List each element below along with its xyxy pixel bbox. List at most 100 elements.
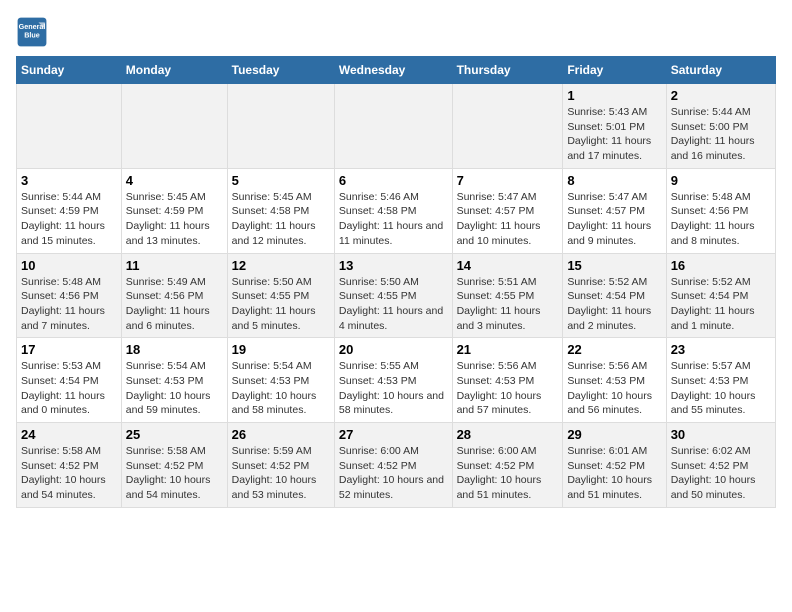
calendar-cell: 1Sunrise: 5:43 AM Sunset: 5:01 PM Daylig… [563, 84, 666, 169]
day-info: Sunrise: 5:54 AM Sunset: 4:53 PM Dayligh… [126, 359, 223, 418]
calendar-cell: 21 Sunrise: 5:56 AM Sunset: 4:53 PM Dayli… [452, 338, 563, 423]
calendar-cell: 16 Sunrise: 5:52 AM Sunset: 4:54 PM Dayli… [666, 253, 775, 338]
calendar-cell [227, 84, 334, 169]
day-info: Sunrise: 6:01 AM Sunset: 4:52 PM Dayligh… [567, 444, 661, 503]
day-info: Sunrise: 5:48 AM Sunset: 4:56 PM Dayligh… [671, 190, 771, 249]
calendar-week-row: 1Sunrise: 5:43 AM Sunset: 5:01 PM Daylig… [17, 84, 776, 169]
calendar-cell: 4 Sunrise: 5:45 AM Sunset: 4:59 PM Daylig… [121, 168, 227, 253]
day-number: 2 [671, 88, 771, 103]
calendar-cell: 12 Sunrise: 5:50 AM Sunset: 4:55 PM Dayli… [227, 253, 334, 338]
logo: General Blue [16, 16, 48, 48]
day-number: 29 [567, 427, 661, 442]
day-info: Sunrise: 5:58 AM Sunset: 4:52 PM Dayligh… [126, 444, 223, 503]
day-number: 24 [21, 427, 117, 442]
calendar-week-row: 3 Sunrise: 5:44 AM Sunset: 4:59 PM Daylig… [17, 168, 776, 253]
calendar-cell: 28 Sunrise: 6:00 AM Sunset: 4:52 PM Dayli… [452, 423, 563, 508]
calendar-cell: 10 Sunrise: 5:48 AM Sunset: 4:56 PM Dayli… [17, 253, 122, 338]
calendar-cell: 18 Sunrise: 5:54 AM Sunset: 4:53 PM Dayli… [121, 338, 227, 423]
day-info: Sunrise: 5:52 AM Sunset: 4:54 PM Dayligh… [671, 275, 771, 334]
day-number: 6 [339, 173, 448, 188]
col-header-monday: Monday [121, 57, 227, 84]
day-number: 10 [21, 258, 117, 273]
calendar-cell: 24Sunrise: 5:58 AM Sunset: 4:52 PM Dayli… [17, 423, 122, 508]
col-header-friday: Friday [563, 57, 666, 84]
col-header-saturday: Saturday [666, 57, 775, 84]
day-number: 18 [126, 342, 223, 357]
day-info: Sunrise: 5:47 AM Sunset: 4:57 PM Dayligh… [457, 190, 559, 249]
day-number: 21 [457, 342, 559, 357]
day-info: Sunrise: 5:59 AM Sunset: 4:52 PM Dayligh… [232, 444, 330, 503]
day-info: Sunrise: 5:53 AM Sunset: 4:54 PM Dayligh… [21, 359, 117, 418]
calendar-week-row: 17Sunrise: 5:53 AM Sunset: 4:54 PM Dayli… [17, 338, 776, 423]
calendar-table: SundayMondayTuesdayWednesdayThursdayFrid… [16, 56, 776, 508]
day-info: Sunrise: 5:45 AM Sunset: 4:59 PM Dayligh… [126, 190, 223, 249]
day-info: Sunrise: 5:54 AM Sunset: 4:53 PM Dayligh… [232, 359, 330, 418]
calendar-cell: 22 Sunrise: 5:56 AM Sunset: 4:53 PM Dayli… [563, 338, 666, 423]
calendar-cell: 25 Sunrise: 5:58 AM Sunset: 4:52 PM Dayli… [121, 423, 227, 508]
calendar-cell: 26 Sunrise: 5:59 AM Sunset: 4:52 PM Dayli… [227, 423, 334, 508]
day-info: Sunrise: 5:56 AM Sunset: 4:53 PM Dayligh… [567, 359, 661, 418]
day-number: 9 [671, 173, 771, 188]
day-number: 19 [232, 342, 330, 357]
calendar-cell: 29 Sunrise: 6:01 AM Sunset: 4:52 PM Dayli… [563, 423, 666, 508]
calendar-cell [334, 84, 452, 169]
day-info: Sunrise: 5:52 AM Sunset: 4:54 PM Dayligh… [567, 275, 661, 334]
logo-icon: General Blue [16, 16, 48, 48]
day-number: 3 [21, 173, 117, 188]
day-info: Sunrise: 5:46 AM Sunset: 4:58 PM Dayligh… [339, 190, 448, 249]
day-info: Sunrise: 5:47 AM Sunset: 4:57 PM Dayligh… [567, 190, 661, 249]
calendar-week-row: 24 Sunrise: 5:58 AM Sunset: 4:52 PM Dayli… [17, 423, 776, 508]
day-number: 13 [339, 258, 448, 273]
day-number: 7 [457, 173, 559, 188]
day-info: Sunrise: 5:49 AM Sunset: 4:56 PM Dayligh… [126, 275, 223, 334]
day-number: 11 [126, 258, 223, 273]
calendar-cell [121, 84, 227, 169]
calendar-cell: 8 Sunrise: 5:47 AM Sunset: 4:57 PM Daylig… [563, 168, 666, 253]
day-info: Sunrise: 6:02 AM Sunset: 4:52 PM Dayligh… [671, 444, 771, 503]
col-header-thursday: Thursday [452, 57, 563, 84]
day-number: 22 [567, 342, 661, 357]
day-number: 27 [339, 427, 448, 442]
col-header-wednesday: Wednesday [334, 57, 452, 84]
day-number: 4 [126, 173, 223, 188]
calendar-cell [452, 84, 563, 169]
day-info: Sunrise: 5:44 AM Sunset: 5:00 PM Dayligh… [671, 105, 771, 164]
calendar-cell: 3 Sunrise: 5:44 AM Sunset: 4:59 PM Daylig… [17, 168, 122, 253]
day-number: 12 [232, 258, 330, 273]
day-number: 30 [671, 427, 771, 442]
day-info: Sunrise: 5:48 AM Sunset: 4:56 PM Dayligh… [21, 275, 117, 334]
day-info: Sunrise: 5:55 AM Sunset: 4:53 PM Dayligh… [339, 359, 448, 418]
header: General Blue [16, 16, 776, 48]
day-number: 16 [671, 258, 771, 273]
day-info: Sunrise: 5:45 AM Sunset: 4:58 PM Dayligh… [232, 190, 330, 249]
day-number: 1 [567, 88, 661, 103]
day-info: Sunrise: 5:50 AM Sunset: 4:55 PM Dayligh… [232, 275, 330, 334]
day-number: 25 [126, 427, 223, 442]
day-info: Sunrise: 5:51 AM Sunset: 4:55 PM Dayligh… [457, 275, 559, 334]
calendar-cell: 14Sunrise: 5:51 AM Sunset: 4:55 PM Dayli… [452, 253, 563, 338]
calendar-cell: 23Sunrise: 5:57 AM Sunset: 4:53 PM Dayli… [666, 338, 775, 423]
calendar-cell: 30 Sunrise: 6:02 AM Sunset: 4:52 PM Dayli… [666, 423, 775, 508]
day-info: Sunrise: 6:00 AM Sunset: 4:52 PM Dayligh… [339, 444, 448, 503]
day-info: Sunrise: 5:44 AM Sunset: 4:59 PM Dayligh… [21, 190, 117, 249]
calendar-cell: 17Sunrise: 5:53 AM Sunset: 4:54 PM Dayli… [17, 338, 122, 423]
day-number: 15 [567, 258, 661, 273]
day-info: Sunrise: 5:57 AM Sunset: 4:53 PM Dayligh… [671, 359, 771, 418]
day-number: 8 [567, 173, 661, 188]
svg-text:Blue: Blue [24, 31, 40, 40]
day-number: 28 [457, 427, 559, 442]
day-number: 26 [232, 427, 330, 442]
day-number: 5 [232, 173, 330, 188]
calendar-cell: 19 Sunrise: 5:54 AM Sunset: 4:53 PM Dayli… [227, 338, 334, 423]
calendar-cell: 7 Sunrise: 5:47 AM Sunset: 4:57 PM Daylig… [452, 168, 563, 253]
day-info: Sunrise: 5:56 AM Sunset: 4:53 PM Dayligh… [457, 359, 559, 418]
calendar-cell [17, 84, 122, 169]
calendar-cell: 13Sunrise: 5:50 AM Sunset: 4:55 PM Dayli… [334, 253, 452, 338]
col-header-sunday: Sunday [17, 57, 122, 84]
calendar-cell: 11 Sunrise: 5:49 AM Sunset: 4:56 PM Dayli… [121, 253, 227, 338]
calendar-cell: 15 Sunrise: 5:52 AM Sunset: 4:54 PM Dayli… [563, 253, 666, 338]
calendar-header-row: SundayMondayTuesdayWednesdayThursdayFrid… [17, 57, 776, 84]
calendar-cell: 2 Sunrise: 5:44 AM Sunset: 5:00 PM Daylig… [666, 84, 775, 169]
calendar-week-row: 10 Sunrise: 5:48 AM Sunset: 4:56 PM Dayli… [17, 253, 776, 338]
day-info: Sunrise: 6:00 AM Sunset: 4:52 PM Dayligh… [457, 444, 559, 503]
